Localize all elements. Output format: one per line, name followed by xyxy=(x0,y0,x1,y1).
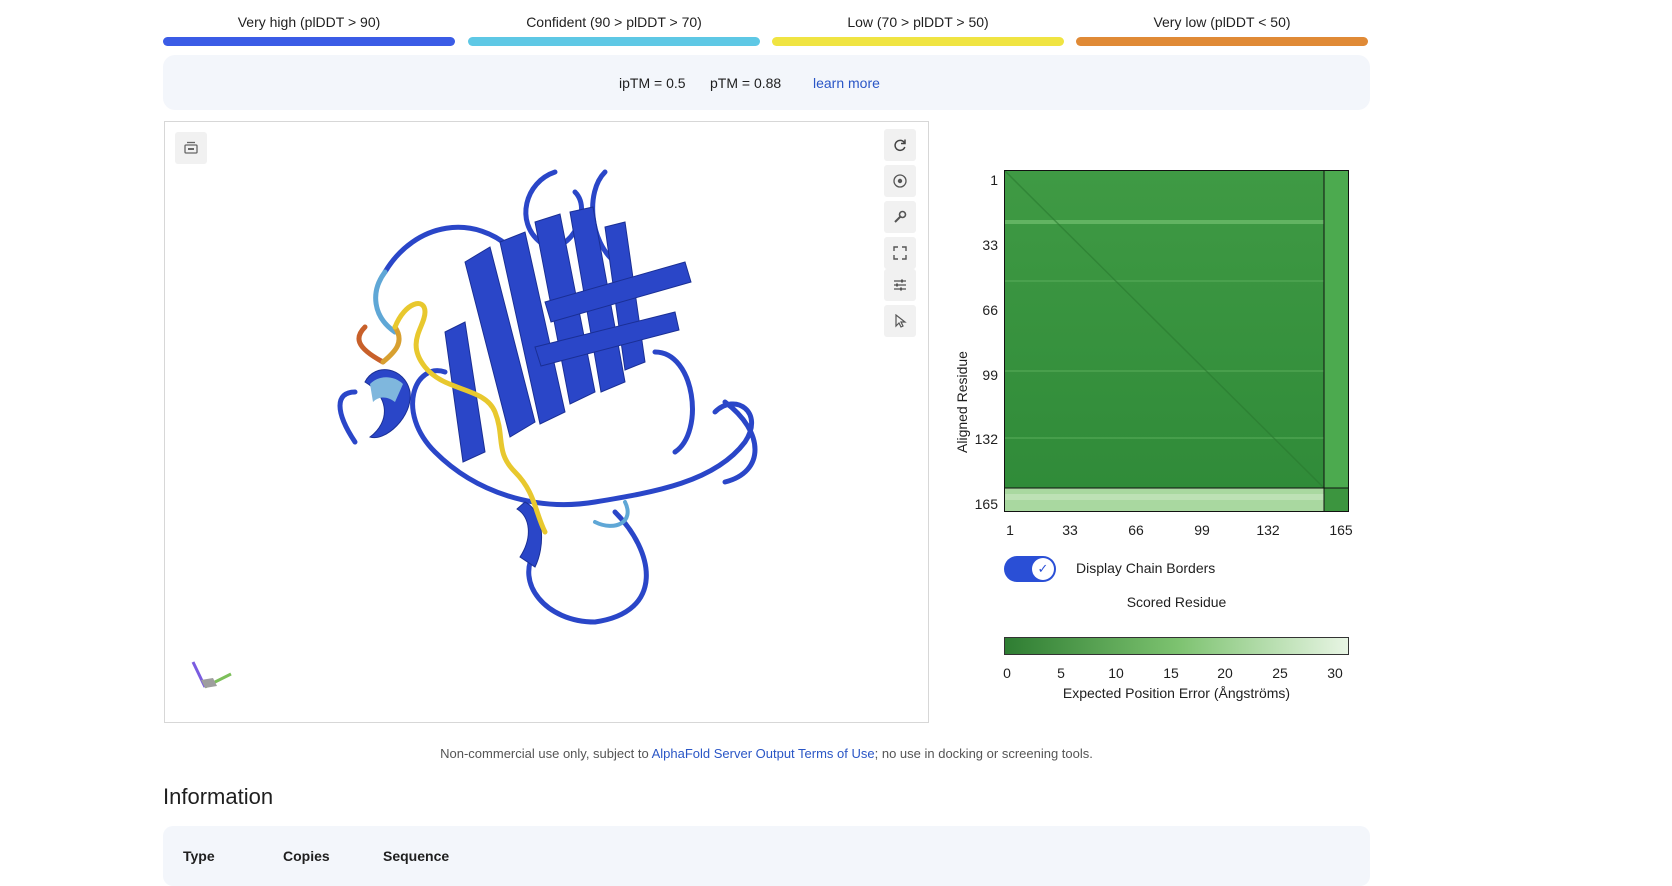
legend-label-very-low: Very low (plDDT < 50) xyxy=(1153,14,1291,30)
structure-viewer[interactable] xyxy=(164,121,929,723)
colorbar-tick: 15 xyxy=(1163,665,1179,681)
x-tick: 165 xyxy=(1329,522,1353,538)
x-tick: 99 xyxy=(1194,522,1210,538)
chain-borders-toggle[interactable]: ✓ xyxy=(1004,556,1056,582)
x-tick: 66 xyxy=(1128,522,1144,538)
legend-bar-very-low xyxy=(1076,37,1368,46)
toggle-label: Display Chain Borders xyxy=(1076,560,1216,576)
legend-label-confident: Confident (90 > plDDT > 70) xyxy=(526,14,702,30)
y-tick: 165 xyxy=(974,496,998,512)
x-tick: 1 xyxy=(1006,522,1014,538)
column-header-sequence: Sequence xyxy=(383,848,450,864)
legend-label-very-high: Very high (plDDT > 90) xyxy=(237,14,381,30)
target-icon[interactable] xyxy=(884,165,916,197)
y-tick: 33 xyxy=(982,237,998,253)
y-tick: 66 xyxy=(982,302,998,318)
learn-more-link[interactable]: learn more xyxy=(813,75,880,91)
colorbar-label: Expected Position Error (Ångströms) xyxy=(1062,685,1291,701)
legend-bar-low xyxy=(772,37,1064,46)
ptm-value: pTM = 0.88 xyxy=(710,75,782,91)
information-table: Type Copies Sequence xyxy=(163,826,1370,886)
x-axis-label: Scored Residue xyxy=(1126,594,1227,610)
pae-colorbar xyxy=(1004,637,1349,655)
wrench-icon[interactable] xyxy=(884,201,916,233)
iptm-value: ipTM = 0.5 xyxy=(619,75,686,91)
refresh-icon[interactable] xyxy=(884,129,916,161)
pae-heatmap[interactable] xyxy=(1004,170,1349,512)
column-header-copies: Copies xyxy=(283,848,330,864)
check-icon: ✓ xyxy=(1032,558,1054,580)
colorbar-tick: 5 xyxy=(1057,665,1065,681)
colorbar-tick: 30 xyxy=(1327,665,1343,681)
x-tick: 33 xyxy=(1062,522,1078,538)
y-tick: 99 xyxy=(982,367,998,383)
axes-gizmo-icon xyxy=(191,661,232,689)
y-tick: 1 xyxy=(990,172,998,188)
legend-label-low: Low (70 > plDDT > 50) xyxy=(847,14,989,30)
y-tick: 132 xyxy=(974,431,998,447)
layers-icon[interactable] xyxy=(175,132,207,164)
terms-prefix: Non-commercial use only, subject to xyxy=(440,746,652,761)
column-header-type: Type xyxy=(183,848,215,864)
sliders-icon[interactable] xyxy=(884,269,916,301)
metrics-panel: ipTM = 0.5 pTM = 0.88 learn more xyxy=(163,55,1370,110)
colorbar-tick: 10 xyxy=(1108,665,1124,681)
colorbar-tick: 25 xyxy=(1272,665,1288,681)
colorbar-tick: 0 xyxy=(1003,665,1011,681)
pointer-icon[interactable] xyxy=(884,305,916,337)
terms-notice: Non-commercial use only, subject to Alph… xyxy=(163,746,1370,761)
terms-link[interactable]: AlphaFold Server Output Terms of Use xyxy=(652,746,875,761)
fullscreen-icon[interactable] xyxy=(884,237,916,269)
terms-suffix: ; no use in docking or screening tools. xyxy=(874,746,1093,761)
protein-structure-image xyxy=(337,169,758,625)
information-heading: Information xyxy=(163,784,274,809)
legend-bar-very-high xyxy=(163,37,455,46)
legend-bar-confident xyxy=(468,37,760,46)
colorbar-tick: 20 xyxy=(1217,665,1233,681)
x-tick: 132 xyxy=(1256,522,1280,538)
